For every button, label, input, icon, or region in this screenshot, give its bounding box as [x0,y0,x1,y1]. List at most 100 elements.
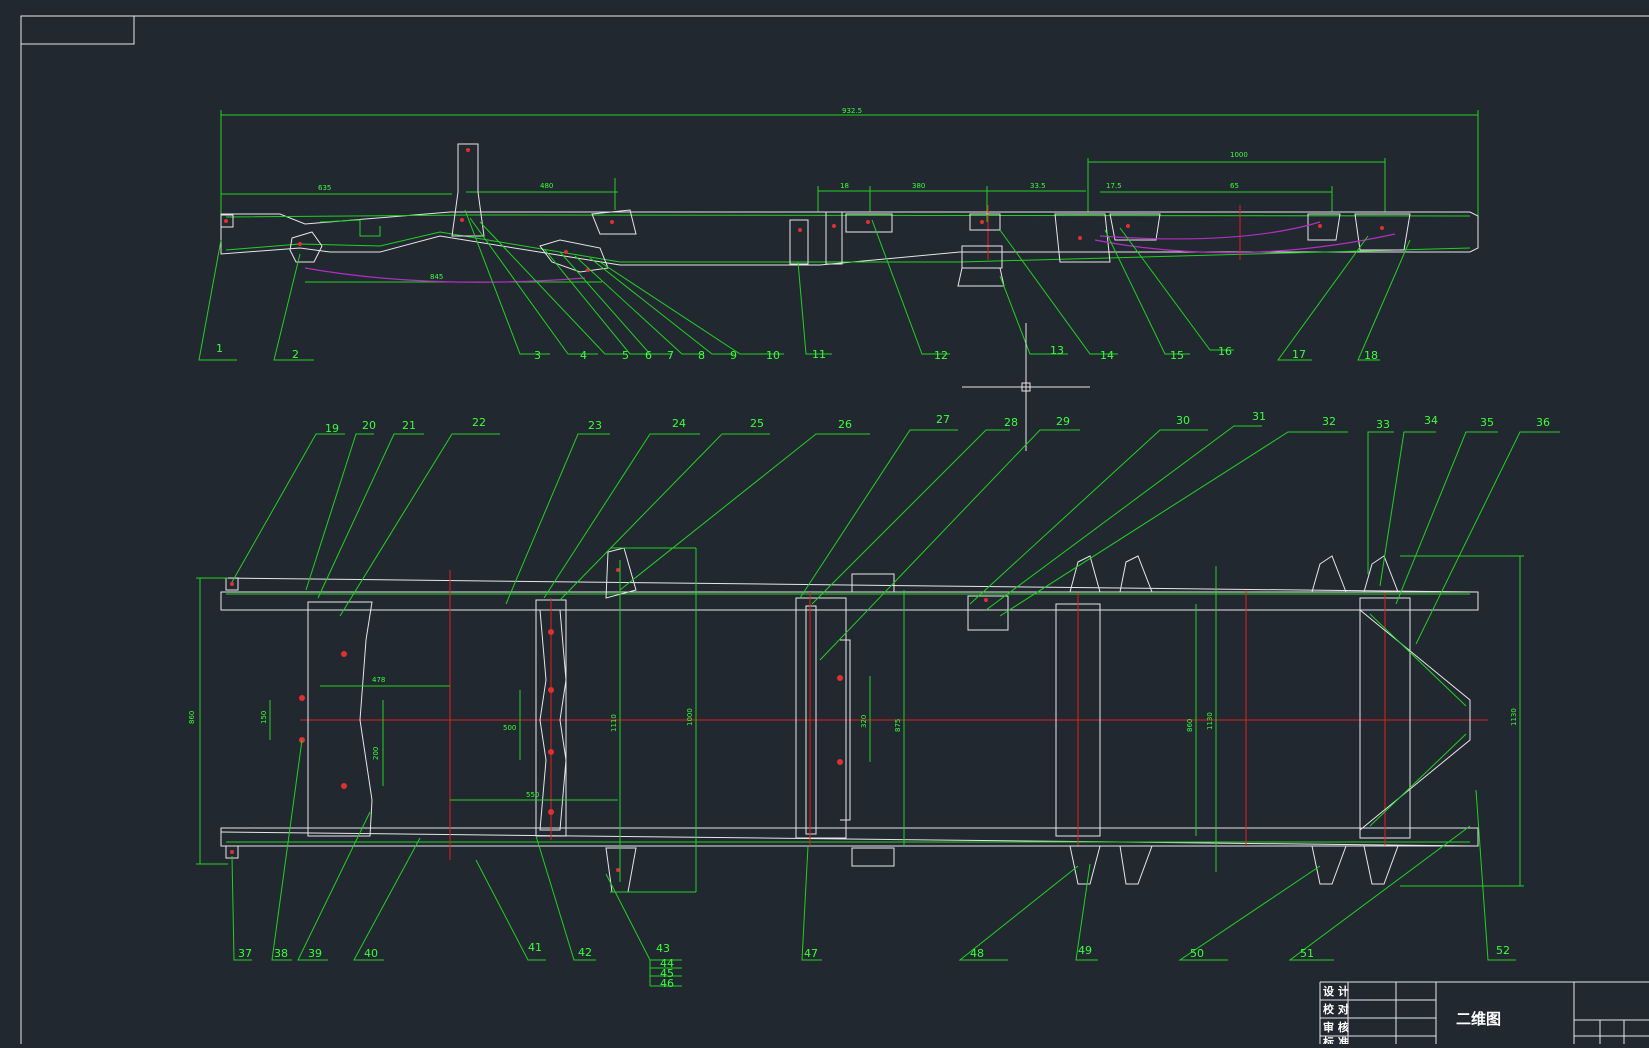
front-crossmember [307,601,373,837]
balloon-39: 39 [308,947,322,960]
balloon-47: 47 [804,947,818,960]
balloon-16: 16 [1218,345,1232,358]
balloon-33: 33 [1376,418,1390,431]
dim-17-5: 17.5 [1106,182,1122,190]
balloon-12: 12 [934,349,948,362]
plan-top-leaders [231,425,1560,661]
mid-bracket-plan [967,595,1009,631]
dim-380: 380 [912,182,925,190]
front-leaf-spring [304,267,586,283]
dim-150: 150 [260,711,268,724]
dim-1000: 1000 [686,708,694,726]
dim-635: 635 [318,184,331,192]
dim-480: 480 [540,182,553,190]
balloon-51: 51 [1300,947,1314,960]
balloon-36: 36 [1536,416,1550,429]
balloon-9: 9 [730,349,737,362]
balloon-26: 26 [838,418,852,431]
balloon-48: 48 [970,947,984,960]
dim-860: 860 [188,711,196,724]
balloon-37: 37 [238,947,252,960]
balloon-42: 42 [578,946,592,959]
dim-875: 875 [894,719,902,732]
title-block: 设 计 校 对 审 核 标 准 二维图 [1319,981,1649,1048]
balloon-18: 18 [1364,349,1378,362]
plan-view: 860 150 478 200 500 550 1110 1000 320 87… [188,410,1560,990]
overall-length-dimension: 932.5 [220,107,1479,222]
plan-top-balloons: 19 20 21 22 23 24 25 26 27 28 29 30 31 3… [325,410,1550,435]
balloon-10: 10 [766,349,780,362]
mount-pad-bottom [851,847,895,867]
cad-drawing-canvas[interactable]: 932.5 635 480 1000 18 380 33.5 17.5 65 8… [0,0,1649,1048]
rear-spring-hanger-2 [1354,213,1411,251]
balloon-15: 15 [1170,349,1184,362]
balloon-7: 7 [667,349,674,362]
crossmember-3 [795,597,847,839]
dim-1110: 1110 [610,714,618,732]
balloon-13: 13 [1050,344,1064,357]
balloon-8: 8 [698,349,705,362]
dim-1130-inner: 1130 [1206,712,1214,730]
dim-65: 65 [1230,182,1239,190]
plan-bottom-leaders [231,739,1516,987]
vertical-bracket [451,143,485,237]
plan-bottom-balloons: 37 38 39 40 41 42 43 47 48 49 50 51 52 4… [238,941,1510,990]
balloon-32: 32 [1322,415,1336,428]
balloon-4: 4 [580,349,587,362]
dim-18: 18 [840,182,849,190]
dim-845: 845 [430,273,443,281]
balloon-6: 6 [645,349,652,362]
balloon-11: 11 [812,348,826,361]
balloon-46: 46 [660,977,674,990]
balloon-30: 30 [1176,414,1190,427]
balloon-20: 20 [362,419,376,432]
dim-overall: 932.5 [842,107,862,115]
dim-478: 478 [372,676,385,684]
balloon-52: 52 [1496,944,1510,957]
dim-550: 550 [526,791,539,799]
dim-200: 200 [372,747,380,760]
tb-standard: 标 准 [1322,1035,1349,1044]
balloon-21: 21 [402,419,416,432]
balloon-2: 2 [292,348,299,361]
hanger-top-front [605,547,637,599]
balloon-34: 34 [1424,414,1438,427]
drawing-border [20,15,1649,1044]
side-balloons: 1 2 3 4 5 6 7 8 9 10 11 12 13 14 15 16 1… [216,342,1378,362]
hanger-bottom-front [605,847,637,893]
balloon-14: 14 [1100,349,1114,362]
tb-reviewer: 审 核 [1323,1020,1349,1034]
balloon-29: 29 [1056,415,1070,428]
balloon-38: 38 [274,947,288,960]
balloon-25: 25 [750,417,764,430]
balloon-27: 27 [936,413,950,426]
balloon-3: 3 [534,349,541,362]
dim-860-2: 860 [1186,719,1194,732]
front-spring-hanger [289,231,323,263]
balloon-50: 50 [1190,947,1204,960]
balloon-40: 40 [364,947,378,960]
side-view: 932.5 635 480 1000 18 380 33.5 17.5 65 8… [198,107,1479,362]
balloon-5: 5 [622,349,629,362]
drawing-title: 二维图 [1456,1010,1501,1028]
dim-33-5: 33.5 [1030,182,1046,190]
rear-hangers-top [1069,555,1153,593]
balloon-22: 22 [472,416,486,429]
balloon-28: 28 [1004,416,1018,429]
dim-1130: 1130 [1510,708,1518,726]
balloon-17: 17 [1292,348,1306,361]
side-frame-rail [220,211,1479,266]
rear-leaf-spring [1094,233,1396,254]
side-leaders [198,209,1411,361]
rear-hangers-bottom [1069,845,1153,885]
balloon-35: 35 [1480,416,1494,429]
dim-500: 500 [503,724,516,732]
cad-crosshair-cursor [962,323,1090,451]
dim-1000: 1000 [1230,151,1248,159]
balloon-49: 49 [1078,944,1092,957]
balloon-1: 1 [216,342,223,355]
mid-bracket [957,267,1005,287]
balloon-41: 41 [528,941,542,954]
rear-spring-hanger [1054,213,1111,263]
tb-checker: 校 对 [1323,1002,1349,1016]
